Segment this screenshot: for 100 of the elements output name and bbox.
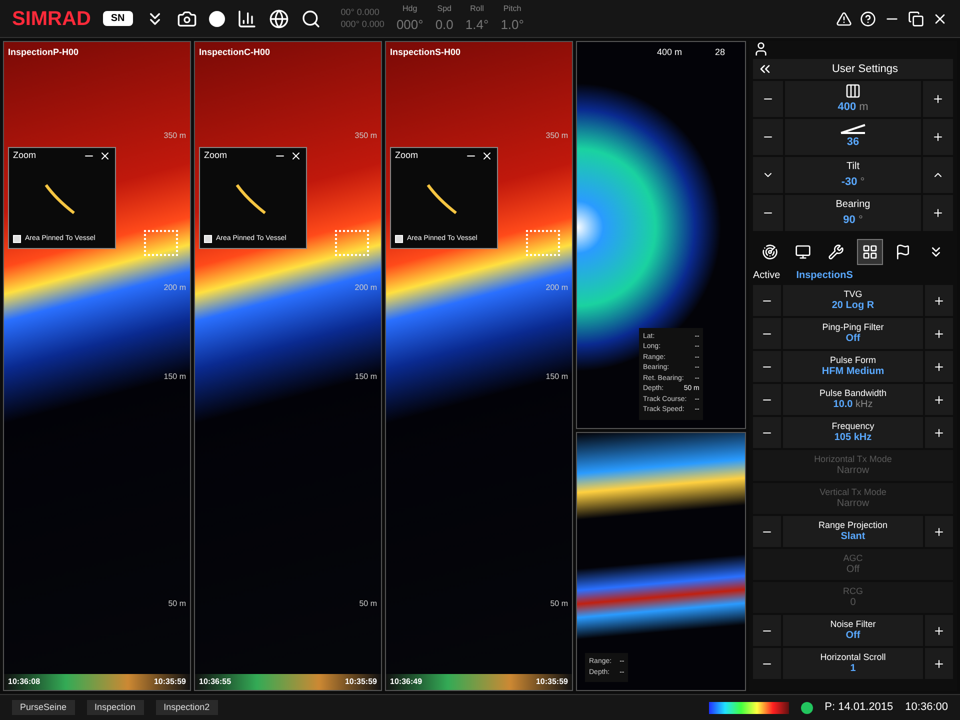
echogram-title: InspectionP-H00 [8,46,79,59]
readout-value: 0.0 [435,16,454,34]
setting-label: Horizontal Tx Mode [814,454,892,465]
zoom-title: Zoom [13,149,36,162]
readout-value: 000° [396,16,424,34]
time-label: 10:36:55 [199,676,232,688]
setting-label: Frequency [832,420,874,432]
plus-icon [933,526,945,538]
user-icon [753,41,769,57]
setting-label: Vertical Tx Mode [820,486,886,498]
mode-tab[interactable]: PurseSeine [12,700,75,716]
restore-icon[interactable] [908,10,924,26]
help-icon[interactable] [860,10,876,26]
setting-value: 10.0 kHz [833,398,873,412]
time-label: 10:36:00 [905,700,948,716]
setting-label: AGC [843,552,863,564]
plus-icon [932,131,944,143]
readout-value: 1.0° [500,16,524,34]
monitor-icon [795,244,812,260]
sonar-icon [762,244,778,260]
plus-icon [933,360,945,372]
setting-label: Pulse Bandwidth [819,388,887,399]
position-readout: 000° 0.000 [340,18,384,30]
plus-icon [933,426,945,438]
range-icon [845,82,861,99]
camera-icon[interactable] [176,8,197,28]
panel-title: User Settings [830,62,900,77]
plus-icon [933,394,945,406]
setting-label: Horizontal Scroll [820,652,886,663]
close-icon[interactable] [290,150,302,162]
close-icon[interactable] [99,150,111,162]
setting-value: 20 Log R [832,300,874,312]
plus-icon [933,294,945,306]
search-icon[interactable] [300,8,321,28]
setting-value: 1 [850,662,856,676]
control-value: 90 ° [843,213,863,228]
setting-label: Ping-Ping Filter [822,322,884,333]
date-label: P: 14.01.2015 [824,700,894,716]
echogram-title: InspectionC-H00 [199,46,270,59]
range-label: 400 m [657,46,682,59]
pin-checkbox[interactable] [395,234,403,243]
depth-label: 50 m [168,598,186,610]
flag-icon [894,244,911,260]
model-badge: SN [102,11,133,26]
control-label: Tilt [846,160,860,174]
plus-icon [932,93,944,105]
depth-label: 350 m [354,130,377,142]
setting-value: 0 [850,596,856,610]
setting-label: RCG [843,586,863,597]
echogram-title: InspectionS-H00 [390,46,461,59]
depth-label: 50 m [550,598,568,610]
depth-label: 50 m [359,598,377,610]
globe-icon[interactable] [268,8,289,28]
depth-label: 200 m [546,282,568,294]
selection-rectangle[interactable] [144,230,178,256]
chart-icon[interactable] [236,8,257,28]
active-value: InspectionS [796,268,853,282]
control-value: -30 ° [841,175,865,190]
depth-label: 150 m [354,370,377,383]
depth-label: 200 m [164,282,186,294]
brand-logo: SIMRAD [12,6,91,32]
depth-label: 200 m [354,282,377,294]
time-label: 10:36:49 [390,676,422,688]
setting-value: Off [846,564,860,576]
bearing-label: 28 [714,46,725,59]
plus-icon [932,207,944,219]
selection-rectangle[interactable] [526,230,560,256]
depth-label: 150 m [546,370,568,383]
readout-value: 1.4° [465,16,489,34]
mode-tab[interactable]: Inspection2 [156,700,218,716]
readout-label: Pitch [503,2,522,15]
setting-value: HFM Medium [822,366,884,378]
layout-icon [862,244,878,260]
setting-label: Range Projection [818,520,888,531]
active-label: Active [753,268,780,282]
depth-label: 350 m [546,130,568,142]
readout-label: Hdg [402,2,418,15]
pin-checkbox[interactable] [13,234,21,243]
selection-rectangle[interactable] [335,230,369,256]
time-label: 10:35:59 [154,676,186,688]
plus-icon [933,328,945,340]
readout-label: Spd [437,2,452,15]
plus-icon [933,624,945,636]
pin-checkbox[interactable] [204,234,212,243]
status-light-icon [800,702,813,714]
setting-value: Off [846,630,860,642]
time-label: 10:35:59 [536,676,568,688]
settings-tab[interactable] [856,239,883,265]
depth-label: 350 m [164,130,186,142]
setting-label: Pulse Form [830,354,876,366]
warning-icon[interactable] [836,10,852,26]
depth-label: 150 m [164,370,186,383]
setting-label: Noise Filter [830,618,876,630]
setting-value: Off [846,332,860,346]
mode-tab[interactable]: Inspection [86,700,144,716]
position-readout: 00° 0.000 [340,7,380,18]
close-icon[interactable] [481,150,493,162]
time-label: 10:36:08 [8,676,40,688]
plus-icon [933,658,945,670]
readout-label: Roll [470,2,484,15]
